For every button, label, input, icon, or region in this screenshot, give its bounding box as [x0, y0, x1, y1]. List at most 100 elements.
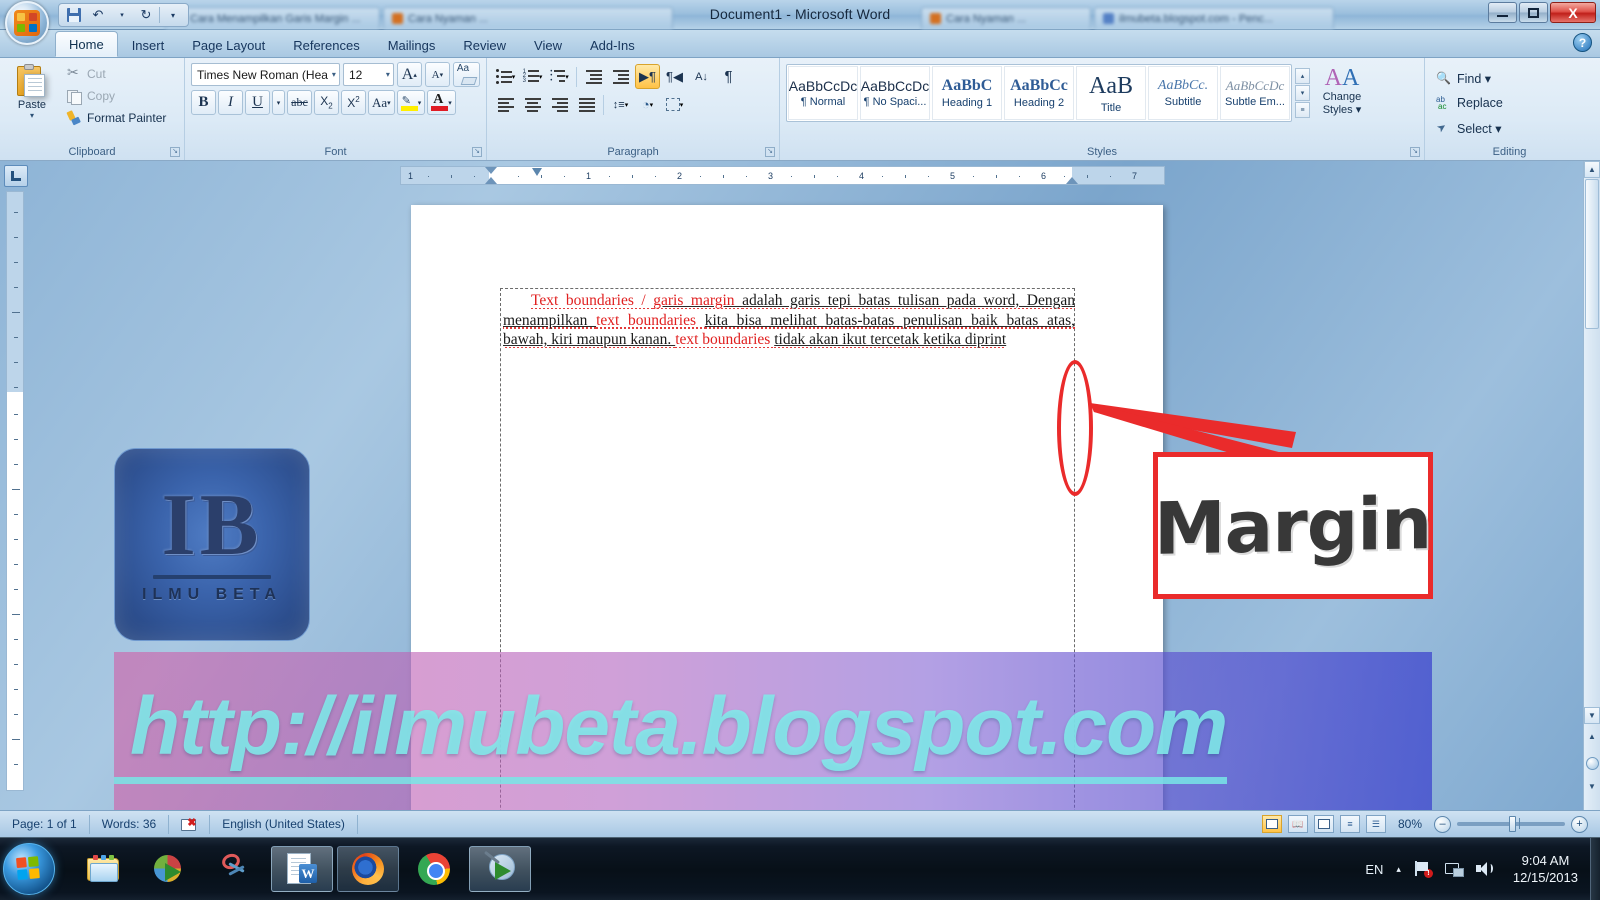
previous-page-button[interactable]: ▲ [1584, 727, 1600, 746]
word-count-status[interactable]: Words: 36 [90, 814, 170, 834]
style-subtitle[interactable]: AaBbCc. Subtitle [1148, 66, 1218, 120]
taskbar-idm-grabber[interactable] [469, 846, 531, 892]
show-desktop-button[interactable] [1590, 837, 1600, 900]
scrollbar-thumb[interactable] [1585, 179, 1599, 329]
taskbar-internet-download-manager[interactable] [139, 846, 201, 892]
font-dialog-launcher[interactable]: ↘ [472, 147, 482, 157]
styles-more-button[interactable]: ≡ [1295, 102, 1310, 118]
format-painter-button[interactable]: Format Painter [61, 108, 171, 128]
tab-selector-button[interactable] [4, 165, 28, 187]
italic-button[interactable]: I [218, 90, 243, 115]
numbering-button[interactable]: 1 2 3 ▾ [520, 64, 545, 89]
undo-button[interactable]: ↶ [87, 5, 109, 25]
background-tab-0[interactable]: Cara Menampilkan Garis Margin ... [165, 7, 380, 29]
taskbar-google-chrome[interactable] [403, 846, 465, 892]
show-formatting-marks-button[interactable]: ¶ [716, 64, 741, 89]
zoom-level-label[interactable]: 80% [1392, 817, 1428, 831]
ltr-text-direction-button[interactable]: ▶¶ [635, 64, 660, 89]
view-draft-button[interactable]: ☰ [1365, 815, 1386, 833]
background-tab-2[interactable]: ilmubeta.blogspot.com - Penc... [1094, 7, 1334, 29]
background-tab-2a[interactable]: Cara Nyaman ... [921, 7, 1091, 29]
style-heading-2[interactable]: AaBbCc Heading 2 [1004, 66, 1074, 120]
taskbar-snipping-tool[interactable] [205, 846, 267, 892]
document-paragraph[interactable]: Text boundaries / garis margin adalah ga… [503, 291, 1075, 350]
network-icon[interactable] [1444, 861, 1464, 877]
action-center-icon[interactable]: ! [1414, 861, 1433, 878]
tab-home[interactable]: Home [55, 31, 118, 57]
justify-button[interactable] [574, 92, 599, 117]
show-hidden-icons-button[interactable]: ▴ [1396, 864, 1401, 875]
clipboard-dialog-launcher[interactable]: ↘ [170, 147, 180, 157]
right-indent-marker[interactable] [1066, 177, 1078, 184]
page-count-status[interactable]: Page: 1 of 1 [0, 814, 90, 834]
decrease-indent-button[interactable] [581, 64, 606, 89]
view-outline-button[interactable]: ≡ [1339, 815, 1360, 833]
save-button[interactable] [63, 5, 85, 25]
superscript-button[interactable]: X2 [341, 90, 366, 115]
select-button[interactable]: Select ▾ [1431, 116, 1588, 140]
font-color-button[interactable]: A ▾ [427, 90, 456, 115]
zoom-slider[interactable] [1457, 816, 1565, 832]
shrink-font-button[interactable]: A ▾ [424, 62, 450, 87]
left-indent-marker[interactable] [485, 177, 497, 184]
style-heading-1[interactable]: AaBbC Heading 1 [932, 66, 1002, 120]
font-size-combo[interactable]: 12 ▾ [342, 63, 394, 86]
replace-button[interactable]: Replace [1431, 91, 1588, 115]
clear-formatting-button[interactable] [452, 62, 480, 87]
change-case-button[interactable]: Aa ▾ [368, 90, 395, 115]
styles-dialog-launcher[interactable]: ↘ [1410, 147, 1420, 157]
clock[interactable]: 9:04 AM 12/15/2013 [1507, 852, 1584, 886]
restore-button[interactable] [1519, 2, 1548, 23]
help-icon[interactable]: ? [1573, 33, 1592, 52]
increase-indent-button[interactable] [608, 64, 633, 89]
strikethrough-button[interactable]: abc [287, 90, 312, 115]
office-button[interactable] [5, 1, 49, 45]
find-button[interactable]: Find ▾ [1431, 66, 1588, 90]
cut-button[interactable]: Cut [61, 64, 171, 84]
paste-button[interactable]: Paste ▾ [6, 62, 58, 128]
close-button[interactable]: X [1550, 2, 1596, 23]
shading-button[interactable]: ◔ ▾ [635, 92, 660, 117]
scroll-down-button[interactable]: ▼ [1584, 707, 1600, 724]
next-page-button[interactable]: ▼ [1584, 777, 1600, 796]
paragraph-dialog-launcher[interactable]: ↘ [765, 147, 775, 157]
change-styles-button[interactable]: AA Change Styles ▾ [1313, 64, 1371, 122]
align-center-button[interactable] [520, 92, 545, 117]
vertical-scrollbar[interactable]: ▲ ▼ ▲ ▼ [1583, 161, 1600, 810]
line-spacing-button[interactable]: ↕≡ ▾ [608, 92, 633, 117]
tab-page-layout[interactable]: Page Layout [178, 33, 279, 57]
rtl-text-direction-button[interactable]: ¶◀ [662, 64, 687, 89]
copy-button[interactable]: Copy [61, 86, 171, 106]
vertical-ruler[interactable] [6, 191, 24, 791]
zoom-out-button[interactable]: – [1434, 815, 1451, 833]
tab-insert[interactable]: Insert [118, 33, 179, 57]
first-line-indent-marker[interactable] [485, 167, 497, 174]
scroll-up-button[interactable]: ▲ [1584, 161, 1600, 178]
taskbar-windows-explorer[interactable] [73, 846, 135, 892]
language-indicator[interactable]: EN [1365, 862, 1383, 877]
style-no-spacing[interactable]: AaBbCcDc ¶ No Spaci... [860, 66, 930, 120]
background-tab-1[interactable]: Cara Nyaman ... [383, 7, 673, 29]
view-print-layout-button[interactable] [1261, 815, 1282, 833]
align-left-button[interactable] [493, 92, 518, 117]
bullets-button[interactable]: ▾ [493, 64, 518, 89]
multilevel-list-button[interactable]: • • • ▾ [547, 64, 572, 89]
style-subtle-emphasis[interactable]: AaBbCcDc Subtle Em... [1220, 66, 1290, 120]
borders-button[interactable]: ▾ [662, 92, 687, 117]
subscript-button[interactable]: X2 [314, 90, 339, 115]
minimize-button[interactable] [1488, 2, 1517, 23]
style-title[interactable]: AaB Title [1076, 66, 1146, 120]
tab-view[interactable]: View [520, 33, 576, 57]
spelling-status[interactable] [169, 814, 211, 834]
sort-button[interactable]: A↓ [689, 64, 714, 89]
taskbar-microsoft-word[interactable]: W [271, 846, 333, 892]
tab-add-ins[interactable]: Add-Ins [576, 33, 649, 57]
taskbar-mozilla-firefox[interactable] [337, 846, 399, 892]
view-full-screen-reading-button[interactable]: 📖 [1287, 815, 1308, 833]
tab-references[interactable]: References [279, 33, 373, 57]
hanging-indent-marker[interactable] [532, 168, 542, 176]
bold-button[interactable]: B [191, 90, 216, 115]
zoom-in-button[interactable]: + [1571, 815, 1588, 833]
styles-scroll-up-button[interactable]: ▴ [1295, 68, 1310, 84]
language-status[interactable]: English (United States) [210, 814, 358, 834]
